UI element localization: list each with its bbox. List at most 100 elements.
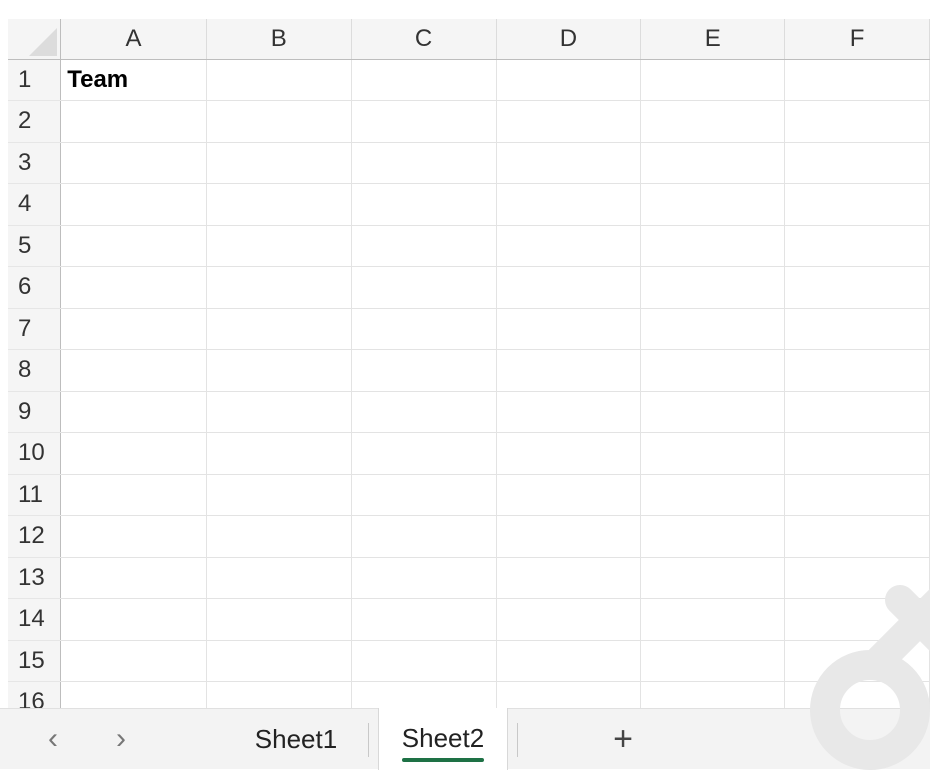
row-header-5[interactable]: 5 bbox=[8, 225, 62, 267]
cell-a2[interactable] bbox=[60, 100, 207, 143]
cell-e12[interactable] bbox=[640, 515, 786, 558]
cell-b7[interactable] bbox=[206, 308, 352, 350]
column-header-b[interactable]: B bbox=[206, 19, 352, 60]
column-header-a[interactable]: A bbox=[60, 19, 207, 60]
cell-f4[interactable] bbox=[784, 183, 930, 226]
cell-d3[interactable] bbox=[496, 142, 642, 184]
cell-f15[interactable] bbox=[784, 640, 930, 682]
cell-a6[interactable] bbox=[60, 266, 207, 309]
cell-f3[interactable] bbox=[784, 142, 930, 184]
cell-f5[interactable] bbox=[784, 225, 930, 267]
cell-e6[interactable] bbox=[640, 266, 786, 309]
cell-c15[interactable] bbox=[351, 640, 497, 682]
cell-d6[interactable] bbox=[496, 266, 642, 309]
cell-c7[interactable] bbox=[351, 308, 497, 350]
cell-f9[interactable] bbox=[784, 391, 930, 433]
cell-f2[interactable] bbox=[784, 100, 930, 143]
cell-e5[interactable] bbox=[640, 225, 786, 267]
cell-d1[interactable] bbox=[496, 59, 642, 101]
cell-e7[interactable] bbox=[640, 308, 786, 350]
cell-c10[interactable] bbox=[351, 432, 497, 475]
row-header-15[interactable]: 15 bbox=[8, 640, 62, 682]
cell-b4[interactable] bbox=[206, 183, 352, 226]
cell-b16[interactable] bbox=[206, 681, 352, 708]
cell-b11[interactable] bbox=[206, 474, 352, 516]
cell-a9[interactable] bbox=[60, 391, 207, 433]
row-header-10[interactable]: 10 bbox=[8, 432, 62, 475]
column-header-e[interactable]: E bbox=[640, 19, 786, 60]
cell-a8[interactable] bbox=[60, 349, 207, 392]
cell-b9[interactable] bbox=[206, 391, 352, 433]
cell-e3[interactable] bbox=[640, 142, 786, 184]
cell-c1[interactable] bbox=[351, 59, 497, 101]
cell-e15[interactable] bbox=[640, 640, 786, 682]
cell-e9[interactable] bbox=[640, 391, 786, 433]
row-header-12[interactable]: 12 bbox=[8, 515, 62, 558]
cell-c8[interactable] bbox=[351, 349, 497, 392]
cell-b13[interactable] bbox=[206, 557, 352, 599]
cell-c4[interactable] bbox=[351, 183, 497, 226]
cell-e13[interactable] bbox=[640, 557, 786, 599]
row-header-16[interactable]: 16 bbox=[8, 681, 62, 708]
row-header-8[interactable]: 8 bbox=[8, 349, 62, 392]
cell-b5[interactable] bbox=[206, 225, 352, 267]
cell-d2[interactable] bbox=[496, 100, 642, 143]
cell-d13[interactable] bbox=[496, 557, 642, 599]
cell-d9[interactable] bbox=[496, 391, 642, 433]
cell-d5[interactable] bbox=[496, 225, 642, 267]
column-header-f[interactable]: F bbox=[784, 19, 930, 60]
cell-b3[interactable] bbox=[206, 142, 352, 184]
cell-c13[interactable] bbox=[351, 557, 497, 599]
cell-e11[interactable] bbox=[640, 474, 786, 516]
tab-sheet1[interactable]: Sheet1 bbox=[236, 709, 356, 770]
cell-d16[interactable] bbox=[496, 681, 642, 708]
row-header-9[interactable]: 9 bbox=[8, 391, 62, 433]
cell-d10[interactable] bbox=[496, 432, 642, 475]
row-header-13[interactable]: 13 bbox=[8, 557, 62, 599]
cell-b8[interactable] bbox=[206, 349, 352, 392]
cell-d15[interactable] bbox=[496, 640, 642, 682]
cell-b6[interactable] bbox=[206, 266, 352, 309]
cell-a7[interactable] bbox=[60, 308, 207, 350]
cell-b1[interactable] bbox=[206, 59, 352, 101]
row-header-7[interactable]: 7 bbox=[8, 308, 62, 350]
tab-sheet2[interactable]: Sheet2 bbox=[378, 708, 508, 770]
cell-a3[interactable] bbox=[60, 142, 207, 184]
cell-c3[interactable] bbox=[351, 142, 497, 184]
cell-d7[interactable] bbox=[496, 308, 642, 350]
cell-c9[interactable] bbox=[351, 391, 497, 433]
cell-b12[interactable] bbox=[206, 515, 352, 558]
cell-e10[interactable] bbox=[640, 432, 786, 475]
cell-a15[interactable] bbox=[60, 640, 207, 682]
cell-d8[interactable] bbox=[496, 349, 642, 392]
cell-c6[interactable] bbox=[351, 266, 497, 309]
row-header-3[interactable]: 3 bbox=[8, 142, 62, 184]
cell-b15[interactable] bbox=[206, 640, 352, 682]
select-all-corner[interactable] bbox=[8, 19, 62, 60]
cell-a13[interactable] bbox=[60, 557, 207, 599]
cell-c14[interactable] bbox=[351, 598, 497, 641]
cell-c16[interactable] bbox=[351, 681, 497, 708]
cell-f10[interactable] bbox=[784, 432, 930, 475]
cell-e2[interactable] bbox=[640, 100, 786, 143]
cell-e16[interactable] bbox=[640, 681, 786, 708]
cell-f6[interactable] bbox=[784, 266, 930, 309]
cell-c12[interactable] bbox=[351, 515, 497, 558]
cell-e1[interactable] bbox=[640, 59, 786, 101]
cell-e8[interactable] bbox=[640, 349, 786, 392]
cell-f8[interactable] bbox=[784, 349, 930, 392]
next-sheet-arrow-icon[interactable]: › bbox=[106, 719, 136, 759]
row-header-11[interactable]: 11 bbox=[8, 474, 62, 516]
row-header-2[interactable]: 2 bbox=[8, 100, 62, 143]
cell-a10[interactable] bbox=[60, 432, 207, 475]
cell-a5[interactable] bbox=[60, 225, 207, 267]
previous-sheet-arrow-icon[interactable]: ‹ bbox=[38, 719, 68, 759]
cell-b10[interactable] bbox=[206, 432, 352, 475]
cell-c2[interactable] bbox=[351, 100, 497, 143]
cell-b2[interactable] bbox=[206, 100, 352, 143]
cell-d11[interactable] bbox=[496, 474, 642, 516]
cell-f13[interactable] bbox=[784, 557, 930, 599]
cell-d4[interactable] bbox=[496, 183, 642, 226]
add-sheet-button[interactable]: + bbox=[605, 717, 641, 761]
column-header-c[interactable]: C bbox=[351, 19, 497, 60]
